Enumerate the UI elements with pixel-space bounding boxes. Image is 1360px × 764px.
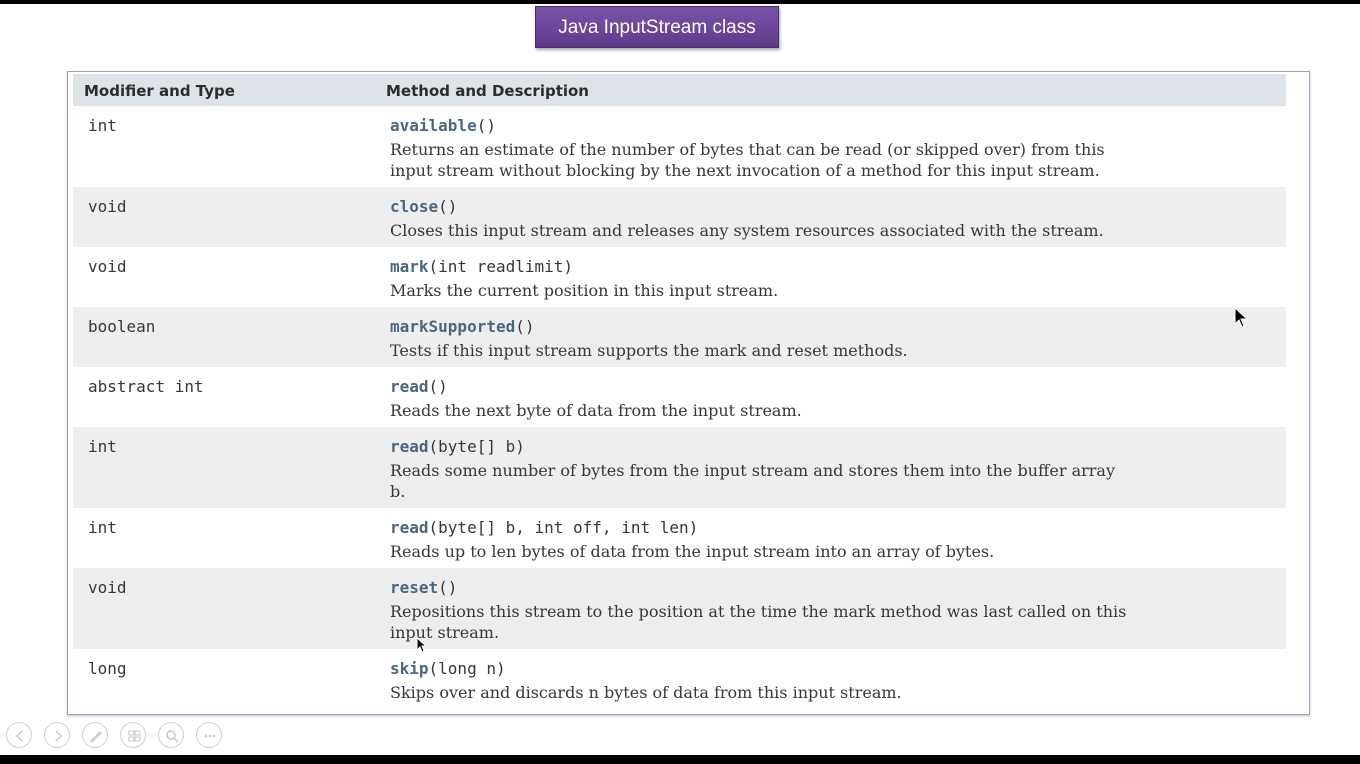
desc-line: b.	[390, 482, 406, 501]
row-method: close()	[390, 197, 457, 216]
row-method: markSupported()	[390, 317, 535, 336]
method-params: ()	[476, 116, 496, 135]
method-name-link[interactable]: skip	[390, 659, 429, 678]
table-row: void mark(int readlimit) Marks the curre…	[73, 247, 1286, 307]
slide-title: Java InputStream class	[535, 6, 779, 48]
next-icon	[55, 730, 63, 742]
desc-line: input stream.	[390, 623, 500, 642]
row-type: int	[88, 116, 117, 135]
mouse-cursor-icon	[416, 637, 428, 653]
desc-line: input stream without blocking by the nex…	[390, 161, 1100, 180]
pen-icon	[90, 731, 102, 743]
table-row: abstract int read() Reads the next byte …	[73, 367, 1286, 427]
method-params: (byte[] b)	[428, 437, 525, 456]
previous-slide-button[interactable]	[6, 722, 32, 748]
zoom-button[interactable]	[158, 722, 184, 748]
row-type: boolean	[88, 317, 156, 336]
header-method-description: Method and Description	[386, 82, 589, 100]
row-type: void	[88, 197, 127, 216]
method-name-link[interactable]: read	[390, 437, 429, 456]
method-params: ()	[438, 578, 458, 597]
method-summary-table: Modifier and Type Method and Description…	[73, 74, 1286, 709]
row-description: Skips over and discards n bytes of data …	[390, 683, 902, 702]
row-description: Tests if this input stream supports the …	[390, 341, 908, 360]
row-description: Reads some number of bytes from the inpu…	[390, 460, 1275, 502]
desc-line: Reads some number of bytes from the inpu…	[390, 461, 1116, 480]
method-params: ()	[515, 317, 535, 336]
row-description: Closes this input stream and releases an…	[390, 221, 1104, 240]
method-summary-table-frame: Modifier and Type Method and Description…	[67, 71, 1310, 715]
row-description: Reads the next byte of data from the inp…	[390, 401, 802, 420]
top-letterbox-bar	[0, 0, 1360, 4]
row-type: abstract int	[88, 377, 204, 396]
desc-line: Returns an estimate of the number of byt…	[390, 140, 1105, 159]
bottom-letterbox-bar	[0, 755, 1360, 764]
method-params: (int readlimit)	[428, 257, 574, 276]
row-description: Reads up to len bytes of data from the i…	[390, 542, 995, 561]
method-name-link[interactable]: available	[390, 116, 477, 135]
method-params: (byte[] b, int off, int len)	[428, 518, 699, 537]
row-method: read(byte[] b)	[390, 437, 525, 456]
method-params: ()	[438, 197, 458, 216]
row-method: available()	[390, 116, 496, 135]
table-row: int available() Returns an estimate of t…	[73, 106, 1286, 187]
row-method: read()	[390, 377, 448, 396]
method-name-link[interactable]: markSupported	[390, 317, 515, 336]
row-type: void	[88, 257, 127, 276]
row-type: void	[88, 578, 127, 597]
table-row: boolean markSupported() Tests if this in…	[73, 307, 1286, 367]
table-row: void close() Closes this input stream an…	[73, 187, 1286, 247]
method-name-link[interactable]: mark	[390, 257, 429, 276]
row-description: Returns an estimate of the number of byt…	[390, 139, 1275, 181]
more-options-button[interactable]	[196, 722, 222, 748]
method-params: ()	[428, 377, 448, 396]
table-row: long skip(long n) Skips over and discard…	[73, 649, 1286, 709]
pen-button[interactable]	[82, 722, 108, 748]
zoom-icon	[166, 730, 179, 743]
previous-icon	[15, 730, 23, 742]
method-name-link[interactable]: close	[390, 197, 438, 216]
desc-line: Repositions this stream to the position …	[390, 602, 1127, 621]
row-type: long	[88, 659, 127, 678]
method-name-link[interactable]: read	[390, 518, 429, 537]
see-all-slides-button[interactable]	[120, 722, 146, 748]
method-params: (long n)	[428, 659, 506, 678]
row-method: read(byte[] b, int off, int len)	[390, 518, 698, 537]
row-type: int	[88, 518, 117, 537]
row-description: Repositions this stream to the position …	[390, 601, 1275, 643]
table-row: int read(byte[] b, int off, int len) Rea…	[73, 508, 1286, 568]
method-name-link[interactable]: read	[390, 377, 429, 396]
row-method: skip(long n)	[390, 659, 506, 678]
row-description: Marks the current position in this input…	[390, 281, 779, 300]
method-name-link[interactable]: reset	[390, 578, 438, 597]
table-header: Modifier and Type Method and Description	[73, 74, 1286, 106]
slides-icon	[128, 730, 141, 742]
table-row: void reset() Repositions this stream to …	[73, 568, 1286, 649]
table-row: int read(byte[] b) Reads some number of …	[73, 427, 1286, 508]
row-method: reset()	[390, 578, 457, 597]
row-type: int	[88, 437, 117, 456]
more-icon	[204, 734, 216, 738]
header-modifier-type: Modifier and Type	[84, 82, 235, 100]
mouse-cursor-icon	[1234, 307, 1249, 328]
next-slide-button[interactable]	[44, 722, 70, 748]
row-method: mark(int readlimit)	[390, 257, 573, 276]
